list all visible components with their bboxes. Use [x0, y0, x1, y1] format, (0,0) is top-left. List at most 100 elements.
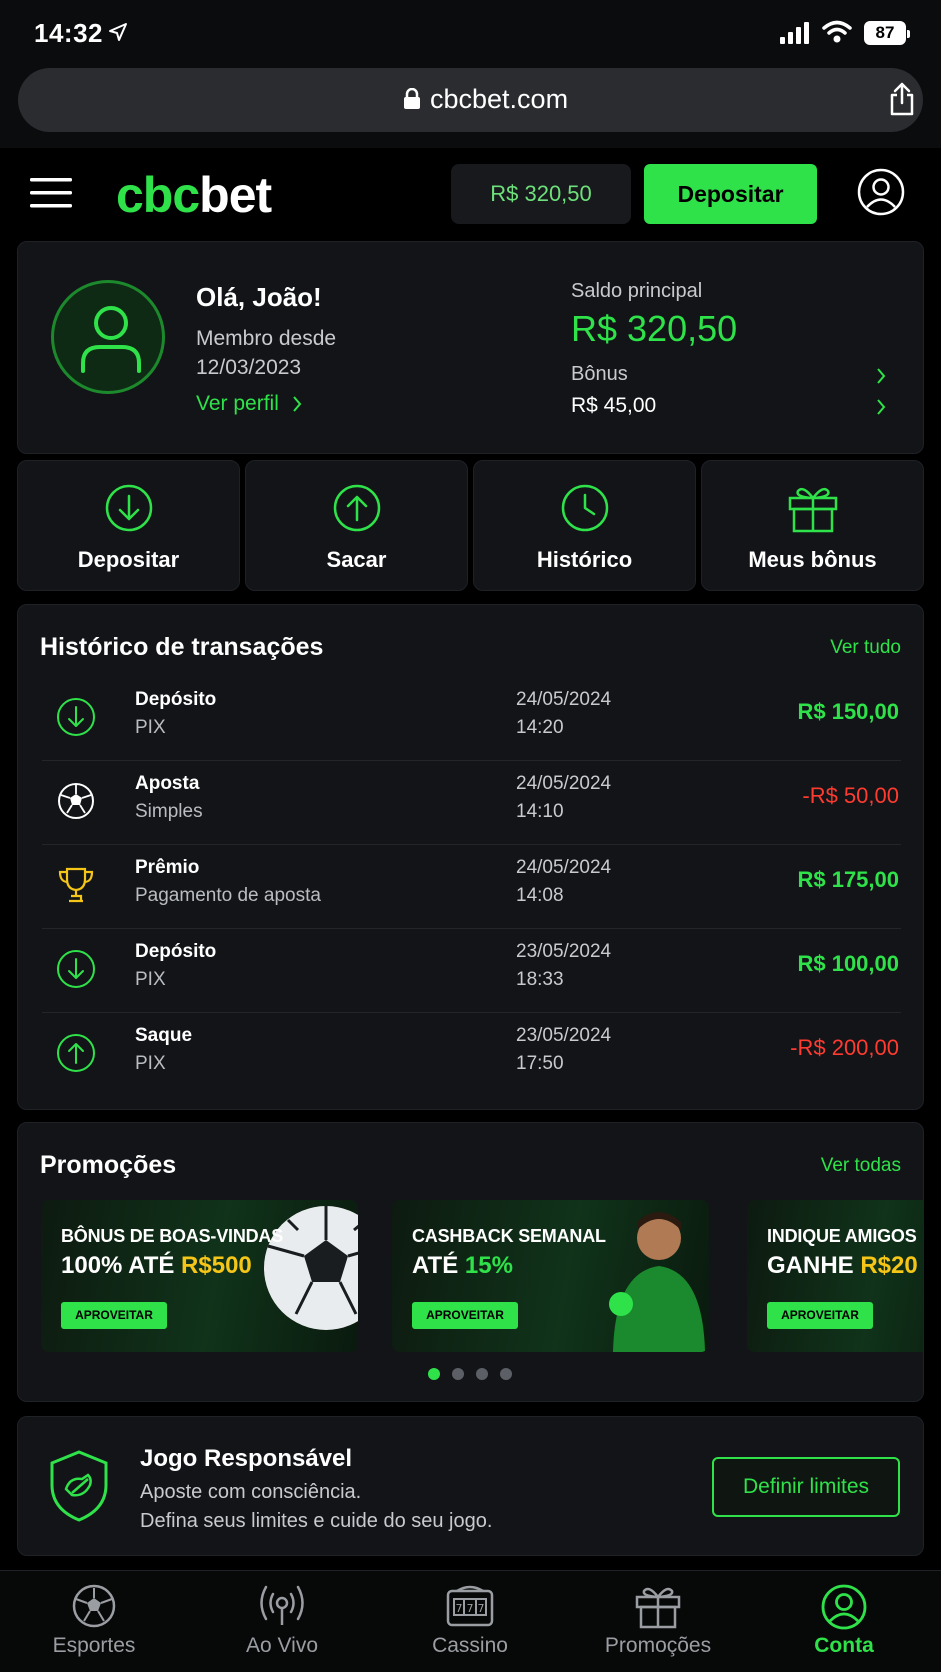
- slot-machine-icon: 777: [445, 1583, 495, 1629]
- tx-type: Saque: [135, 1025, 193, 1046]
- header-balance[interactable]: R$ 320,50: [451, 164, 631, 224]
- table-row[interactable]: Saque PIX 23/05/2024 17:50 -R$ 200,00: [42, 1013, 901, 1097]
- browser-toolbar: cbcbet.com: [0, 66, 941, 148]
- share-icon[interactable]: [888, 82, 916, 116]
- carousel-dot[interactable]: [476, 1368, 488, 1380]
- bonus-label: Bônus: [571, 363, 628, 385]
- tx-time: 17:50: [516, 1053, 564, 1074]
- promo-line1: BÔNUS DE BOAS-VINDAS: [61, 1226, 284, 1246]
- cbcbet-logo[interactable]: cbcbet: [116, 166, 272, 224]
- see-all-link[interactable]: Ver tudo: [830, 637, 901, 659]
- carousel-dot[interactable]: [452, 1368, 464, 1380]
- promotions-card: Promoções Ver todas BÔNUS DE BOAS-VINDAS…: [17, 1122, 924, 1402]
- arrow-up-circle-icon: [56, 1033, 96, 1073]
- promo-line2: 100% ATÉ R$500: [61, 1252, 252, 1280]
- arrow-down-circle-icon: [104, 483, 154, 533]
- tx-method: PIX: [135, 717, 166, 738]
- promo-banner-cashback[interactable]: CASHBACK SEMANAL ATÉ 15% APROVEITAR: [392, 1200, 709, 1352]
- nav-sports[interactable]: Esportes: [0, 1571, 188, 1672]
- carousel-pagination: [428, 1368, 512, 1380]
- tx-amount: R$ 100,00: [797, 951, 899, 976]
- section-title: Promoções: [40, 1151, 177, 1179]
- quick-action-bonuses[interactable]: Meus bônus: [701, 460, 924, 591]
- quick-action-deposit[interactable]: Depositar: [17, 460, 240, 591]
- promo-claim-button[interactable]: APROVEITAR: [61, 1302, 167, 1329]
- tx-date: 24/05/2024: [516, 773, 612, 794]
- address-bar[interactable]: cbcbet.com: [18, 68, 923, 132]
- nav-label: Promoções: [604, 1634, 712, 1657]
- main-balance-value: R$ 320,50: [571, 308, 738, 349]
- view-profile-link[interactable]: Ver perfil: [196, 392, 279, 416]
- bonus-value: R$ 45,00: [571, 394, 657, 417]
- see-all-promos-link[interactable]: Ver todas: [821, 1155, 901, 1177]
- tx-time: 18:33: [516, 969, 564, 990]
- nav-label: Conta: [814, 1634, 874, 1657]
- promo-claim-button[interactable]: APROVEITAR: [412, 1302, 518, 1329]
- tx-type: Depósito: [135, 689, 217, 710]
- soccer-ball-icon: [56, 781, 96, 821]
- promo-claim-button[interactable]: APROVEITAR: [767, 1302, 873, 1329]
- nav-live[interactable]: Ao Vivo: [188, 1571, 376, 1672]
- quick-action-label: Depositar: [77, 547, 180, 572]
- status-bar: 14:32 87: [0, 0, 941, 66]
- logo-part-cbc: cbc: [116, 167, 200, 223]
- promo-line2-prefix: ATÉ: [412, 1252, 465, 1279]
- wifi-icon: [822, 20, 852, 44]
- battery-indicator: 87: [864, 21, 910, 45]
- tx-date: 23/05/2024: [516, 941, 612, 962]
- tx-method: Simples: [135, 801, 203, 822]
- header-deposit-button[interactable]: Depositar: [644, 164, 817, 224]
- tx-date: 24/05/2024: [516, 689, 612, 710]
- hamburger-menu-icon[interactable]: [30, 176, 72, 210]
- tx-amount: R$ 175,00: [797, 867, 899, 892]
- lock-icon: [403, 88, 421, 110]
- trophy-icon: [56, 865, 96, 905]
- cellular-signal-icon: [780, 22, 812, 44]
- quick-action-label: Meus bônus: [748, 547, 877, 572]
- carousel-dot-active[interactable]: [428, 1368, 440, 1380]
- soccer-ball-icon: [71, 1583, 117, 1629]
- rg-text: Aposte com consciência.: [140, 1481, 362, 1503]
- transaction-history-card: Histórico de transações Ver tudo Depósit…: [17, 604, 924, 1110]
- player-figure-icon: [609, 1212, 705, 1352]
- table-row[interactable]: Depósito PIX 23/05/2024 18:33 R$ 100,00: [42, 929, 901, 1013]
- nav-casino[interactable]: 777 Cassino: [376, 1571, 564, 1672]
- chevron-right-icon[interactable]: [875, 397, 887, 417]
- table-row[interactable]: Depósito PIX 24/05/2024 14:20 R$ 150,00: [42, 677, 901, 761]
- quick-action-history[interactable]: Histórico: [473, 460, 696, 591]
- main-balance-label: Saldo principal: [571, 280, 703, 302]
- tx-type: Aposta: [135, 773, 200, 794]
- tx-time: 14:20: [516, 717, 564, 738]
- tx-type: Prêmio: [135, 857, 200, 878]
- greeting: Olá, João!: [196, 282, 322, 312]
- promo-banner-welcome[interactable]: BÔNUS DE BOAS-VINDAS 100% ATÉ R$500 APRO…: [41, 1200, 358, 1352]
- table-row[interactable]: Aposta Simples 24/05/2024 14:10 -R$ 50,0…: [42, 761, 901, 845]
- promo-line2-highlight: R$20 C: [860, 1252, 923, 1279]
- set-limits-button[interactable]: Definir limites: [712, 1457, 900, 1517]
- table-row[interactable]: Prêmio Pagamento de aposta 24/05/2024 14…: [42, 845, 901, 929]
- promo-banner-referral[interactable]: INDIQUE AMIGOS GANHE R$20 C APROVEITAR: [747, 1200, 923, 1352]
- promo-line2-highlight: 15%: [464, 1252, 513, 1279]
- tx-date: 23/05/2024: [516, 1025, 612, 1046]
- nav-promotions[interactable]: Promoções: [564, 1571, 752, 1672]
- quick-action-withdraw[interactable]: Sacar: [245, 460, 468, 591]
- logo-part-bet: bet: [199, 167, 272, 223]
- user-profile-icon[interactable]: [857, 168, 905, 216]
- svg-text:7: 7: [467, 1602, 474, 1615]
- avatar[interactable]: [51, 280, 165, 394]
- svg-text:7: 7: [478, 1602, 485, 1615]
- tx-amount: R$ 150,00: [797, 699, 899, 724]
- promo-line2: ATÉ 15%: [412, 1252, 513, 1280]
- carousel-dot[interactable]: [500, 1368, 512, 1380]
- soccer-ball-icon: [264, 1206, 358, 1330]
- section-title: Histórico de transações: [40, 633, 324, 661]
- nav-account[interactable]: Conta: [750, 1571, 938, 1672]
- shield-icon: [48, 1449, 110, 1523]
- url-text: cbcbet.com: [430, 84, 569, 114]
- chevron-right-icon: [291, 394, 303, 414]
- promo-line2-highlight: R$500: [181, 1252, 252, 1279]
- gift-icon: [634, 1583, 682, 1629]
- chevron-right-icon[interactable]: [875, 366, 887, 386]
- tx-time: 14:08: [516, 885, 564, 906]
- tx-time: 14:10: [516, 801, 564, 822]
